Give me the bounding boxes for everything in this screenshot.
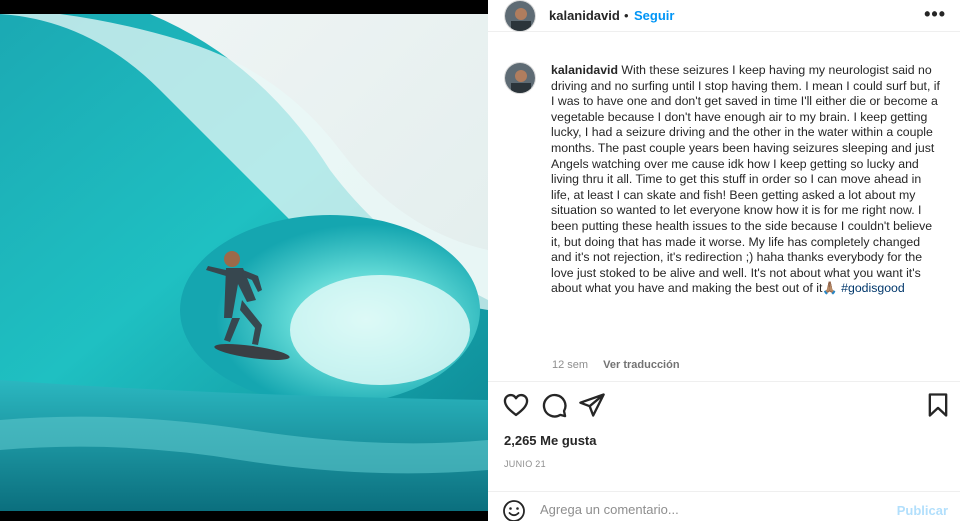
publish-button[interactable]: Publicar <box>897 503 948 518</box>
hashtag-link[interactable]: #godisgood <box>841 281 905 295</box>
caption-block: kalanidavid With these seizures I keep h… <box>488 46 960 382</box>
post-age: 12 sem <box>552 359 589 371</box>
caption-text: kalanidavid With these seizures I keep h… <box>551 63 943 297</box>
follow-button[interactable]: Seguir <box>634 8 674 23</box>
emoji-icon[interactable] <box>502 499 526 521</box>
paper-plane-icon[interactable] <box>578 391 606 419</box>
pray-emoji: 🙏🏽 <box>822 281 838 296</box>
author-username[interactable]: kalanidavid <box>549 8 620 23</box>
add-comment-bar: Publicar <box>488 491 960 521</box>
caption-avatar[interactable] <box>504 62 536 94</box>
post-date: JUNIO 21 <box>504 459 546 469</box>
instagram-post-modal: kalanidavid • Seguir ••• kalanidavid Wit… <box>0 0 960 521</box>
header-separator: • <box>624 8 629 23</box>
post-side-panel: kalanidavid • Seguir ••• kalanidavid Wit… <box>488 0 960 521</box>
comment-input[interactable] <box>540 502 880 517</box>
comment-icon[interactable] <box>540 391 568 419</box>
action-bar <box>488 391 960 421</box>
surf-photo-illustration <box>0 0 488 521</box>
more-options-icon[interactable]: ••• <box>924 4 946 25</box>
likes-count[interactable]: 2,265 Me gusta <box>504 433 597 448</box>
caption-username[interactable]: kalanidavid <box>551 63 618 77</box>
translate-link[interactable]: Ver traducción <box>603 359 679 371</box>
author-avatar[interactable] <box>504 0 536 32</box>
caption-body: With these seizures I keep having my neu… <box>551 63 940 296</box>
post-photo[interactable] <box>0 0 488 521</box>
heart-icon[interactable] <box>502 391 530 419</box>
bookmark-icon[interactable] <box>924 391 952 419</box>
post-header: kalanidavid • Seguir ••• <box>488 0 960 32</box>
caption-meta: 12 sem Ver traducción <box>552 359 680 371</box>
